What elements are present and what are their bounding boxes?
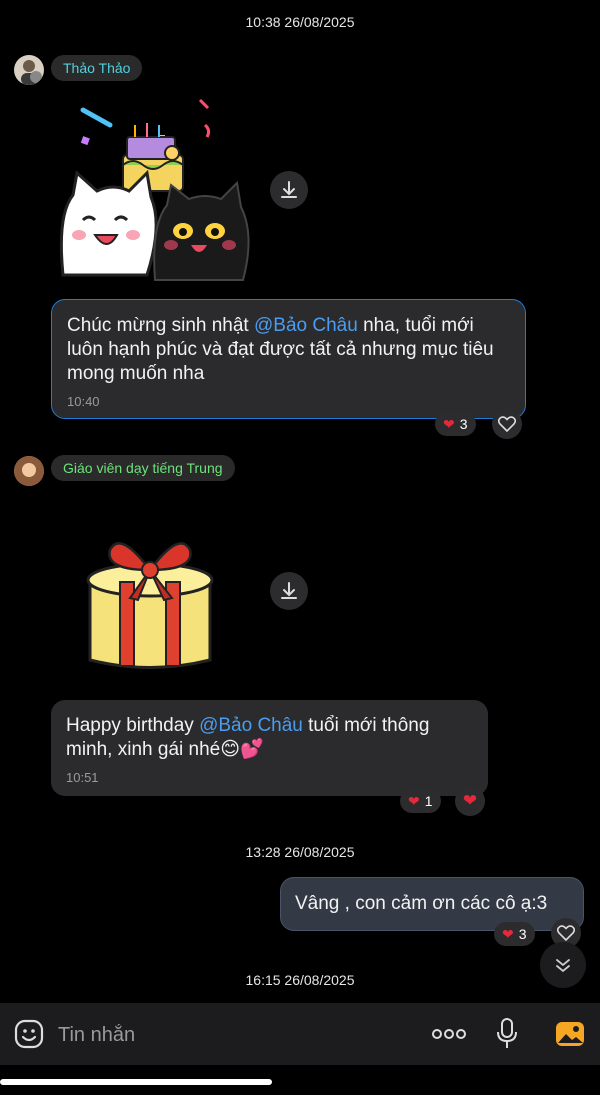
message-bubble[interactable]: Happy birthday @Bảo Châu tuổi mới thông …: [51, 700, 488, 796]
timestamp-separator: 10:38 26/08/2025: [245, 14, 355, 30]
birthday-cats-sticker[interactable]: [55, 95, 265, 285]
download-button[interactable]: [270, 572, 308, 610]
timestamp-separator: 16:15 26/08/2025: [245, 972, 355, 988]
heart-icon: ❤: [502, 926, 514, 942]
reaction-count: 3: [459, 416, 468, 432]
gallery-button[interactable]: [555, 1019, 585, 1049]
react-button[interactable]: ❤: [455, 786, 485, 816]
reaction-count: 1: [424, 793, 433, 809]
sender-name[interactable]: Giáo viên dạy tiếng Trung: [51, 455, 235, 481]
download-icon: [281, 181, 297, 198]
heart-outline-icon: [498, 416, 516, 432]
react-button[interactable]: [492, 409, 522, 439]
voice-record-button[interactable]: [495, 1017, 519, 1051]
mention-link[interactable]: @Bảo Châu: [199, 715, 303, 736]
download-button[interactable]: [270, 171, 308, 209]
timestamp-separator: 13:28 26/08/2025: [245, 844, 355, 860]
emoji-button[interactable]: [14, 1019, 44, 1049]
sticker-icon: [14, 1019, 44, 1049]
heart-outline-icon: [557, 925, 575, 941]
heart-icon: ❤: [462, 791, 478, 810]
message-text: Vâng , con cảm ơn các cô ạ:3: [295, 893, 548, 914]
microphone-icon: [497, 1018, 517, 1048]
reaction-summary[interactable]: ❤ 3: [494, 922, 535, 946]
sent-message-bubble[interactable]: Vâng , con cảm ơn các cô ạ:3: [280, 877, 584, 931]
mention-link[interactable]: @Bảo Châu: [254, 315, 358, 336]
avatar[interactable]: [14, 456, 44, 486]
more-dots-icon: [432, 1029, 466, 1039]
reaction-summary[interactable]: ❤ 3: [435, 412, 476, 436]
reaction-count: 3: [518, 926, 527, 942]
sender-name[interactable]: Thảo Thảo: [51, 55, 143, 81]
image-icon: [556, 1022, 584, 1046]
avatar[interactable]: [14, 55, 44, 85]
reaction-summary[interactable]: ❤ 1: [400, 789, 441, 813]
home-indicator: [0, 1079, 272, 1085]
message-time: 10:40: [67, 394, 100, 409]
gift-box-sticker[interactable]: [80, 520, 220, 675]
more-options-button[interactable]: [432, 1023, 466, 1045]
message-bubble[interactable]: Chúc mừng sinh nhật @Bảo Châu nha, tuổi …: [51, 299, 526, 419]
heart-icon: ❤: [408, 793, 420, 809]
message-time: 10:51: [66, 770, 99, 785]
message-text: Happy birthday @Bảo Châu tuổi mới thông …: [66, 715, 430, 760]
message-input-bar: [0, 1003, 600, 1065]
download-icon: [281, 582, 297, 599]
heart-icon: ❤: [443, 416, 455, 432]
message-text: Chúc mừng sinh nhật @Bảo Châu nha, tuổi …: [67, 315, 494, 384]
message-input[interactable]: [56, 1017, 400, 1053]
